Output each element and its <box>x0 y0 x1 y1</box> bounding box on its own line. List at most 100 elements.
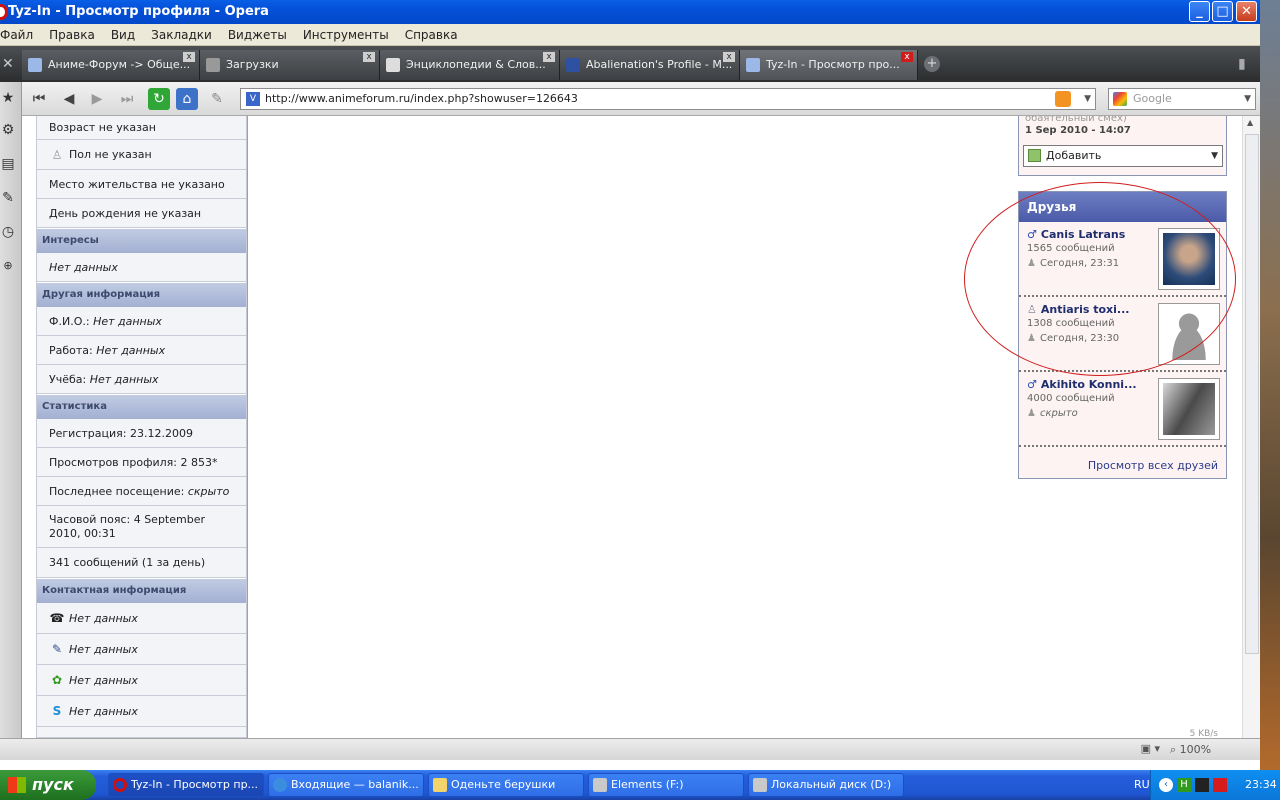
contact-info-header: Контактная информация <box>37 579 246 603</box>
friend-name[interactable]: Akihito Konni... <box>1041 378 1137 391</box>
posts-text: 341 сообщений (1 за день) <box>49 556 206 569</box>
start-button[interactable]: пуск <box>0 770 96 800</box>
menu-widgets[interactable]: Виджеты <box>220 24 295 46</box>
zoom-control[interactable]: ⌕ 100% <box>1170 742 1240 758</box>
tab-close-icon[interactable]: x <box>901 52 913 62</box>
friend-last-seen: скрыто <box>1039 408 1078 419</box>
study-value: Нет данных <box>89 372 159 386</box>
add-comment-select[interactable]: Добавить ▼ <box>1023 145 1223 167</box>
view-all-friends-link[interactable]: Просмотр всех друзей <box>1088 459 1218 472</box>
add-label: Добавить <box>1046 149 1102 162</box>
menu-edit[interactable]: Правка <box>41 24 103 46</box>
settings-gear-icon[interactable]: ⚙ <box>0 122 16 138</box>
reload-icon[interactable]: ↻ <box>148 88 170 110</box>
windows-icon[interactable]: ▤ <box>0 156 16 172</box>
scrollbar-thumb[interactable] <box>1245 134 1259 654</box>
rss-feed-icon[interactable] <box>1055 91 1071 107</box>
forum-icon <box>28 58 42 72</box>
tab-downloads[interactable]: Загрузки x <box>200 50 380 80</box>
zoom-value: 100% <box>1179 743 1212 756</box>
scroll-up-icon[interactable]: ▲ <box>1247 118 1253 127</box>
minimize-button[interactable]: _ <box>1189 1 1210 22</box>
contact-email-row: ✎ Нет данных <box>37 634 246 665</box>
windows-flag-icon <box>8 777 26 793</box>
menu-bookmarks[interactable]: Закладки <box>143 24 220 46</box>
navigation-bar: ⏮ ◀ ▶ ⏭ ↻ ⌂ ✎ V http://www.animeforum.ru… <box>22 82 1260 116</box>
tab-mal-profile[interactable]: Abalienation's Profile - M... x <box>560 50 740 80</box>
new-tab-icon[interactable]: + <box>924 56 940 72</box>
clock[interactable]: 23:34 <box>1245 770 1277 800</box>
dropdown-arrow-icon[interactable]: ▼ <box>1084 89 1091 109</box>
location-text: Место жительства не указано <box>49 177 225 191</box>
tab-tyz-in[interactable]: Tyz-In - Просмотр про... x <box>740 50 918 80</box>
forward-icon[interactable]: ▶ <box>86 88 108 110</box>
close-button[interactable]: ✕ <box>1236 1 1257 22</box>
tray-arrow-icon[interactable]: ‹ <box>1159 778 1173 792</box>
contact-skype-value: Нет данных <box>69 704 138 718</box>
rewind-icon[interactable]: ⏮ <box>28 88 50 110</box>
site-favicon-icon: V <box>246 92 260 106</box>
tab-close-icon[interactable]: x <box>723 52 735 62</box>
contact-row-partial <box>37 727 246 738</box>
taskbar-item-folder[interactable]: Оденьте берушки <box>428 773 584 797</box>
comments-box: обаятельный смех) 1 Sep 2010 - 14:07 Доб… <box>1018 116 1227 176</box>
interests-value: Нет данных <box>49 260 118 274</box>
speed-text: 5 KB/s <box>1189 729 1218 739</box>
fast-forward-icon[interactable]: ⏭ <box>116 88 138 110</box>
gender-text: Пол не указан <box>69 148 152 161</box>
registration-text: Регистрация: 23.12.2009 <box>49 426 193 440</box>
folder-icon <box>433 778 447 792</box>
back-icon[interactable]: ◀ <box>58 88 80 110</box>
fio-value: Нет данных <box>93 314 162 328</box>
add-panel-icon[interactable]: ⊕ <box>0 258 16 274</box>
menu-bar: Файл Правка Вид Закладки Виджеты Инструменты С… <box>0 24 1260 46</box>
location-row: Место жительства не указано <box>37 170 246 199</box>
tab-close-icon[interactable]: x <box>363 52 375 62</box>
add-icon <box>1028 149 1041 162</box>
tray-network-icon[interactable] <box>1195 778 1209 792</box>
taskbar: пуск Tyz-In - Просмотр пр... Входящие — … <box>0 770 1280 800</box>
menu-tools[interactable]: Инструменты <box>295 24 397 46</box>
menu-view[interactable]: Вид <box>103 24 143 46</box>
registration-row: Регистрация: 23.12.2009 <box>37 419 246 448</box>
friend-avatar[interactable] <box>1158 378 1220 440</box>
bookmarks-star-icon[interactable]: ★ <box>0 90 16 106</box>
tray-app-icon[interactable]: H <box>1177 778 1191 792</box>
last-visit-value: скрыто <box>187 484 230 498</box>
user-icon: ♟ <box>1027 408 1036 419</box>
taskbar-item-mail[interactable]: Входящие — balanik... <box>268 773 424 797</box>
study-row: Учёба: Нет данных <box>37 365 246 394</box>
wrench-icon[interactable]: ✕ <box>2 56 14 72</box>
birthday-row: День рождения не указан <box>37 199 246 228</box>
search-field[interactable]: Google ▼ <box>1108 88 1256 110</box>
taskbar-item-elements[interactable]: Elements (F:) <box>588 773 744 797</box>
contact-skype-row: S Нет данных <box>37 696 246 727</box>
tab-close-icon[interactable]: x <box>543 52 555 62</box>
menu-file[interactable]: Файл <box>0 24 41 46</box>
transfers-icon[interactable]: ✎ <box>0 190 16 206</box>
menu-help[interactable]: Справка <box>397 24 466 46</box>
taskbar-item-local-disk[interactable]: Локальный диск (D:) <box>748 773 904 797</box>
drive-icon <box>753 778 767 792</box>
trash-icon[interactable]: ▮ <box>1238 56 1246 72</box>
edit-pen-icon[interactable]: ✎ <box>206 88 228 110</box>
friend-item[interactable]: ♂ Akihito Konni... 4000 сообщений ♟ скрыто <box>1019 372 1226 447</box>
tab-anime-forum[interactable]: Аниме-Форум -> Обще... x <box>22 50 200 80</box>
taskbar-label: Tyz-In - Просмотр пр... <box>131 778 259 791</box>
tray-antivirus-icon[interactable] <box>1213 778 1227 792</box>
address-bar[interactable]: V http://www.animeforum.ru/index.php?sho… <box>240 88 1096 110</box>
desktop-background <box>1260 0 1280 770</box>
tab-encyclopedias[interactable]: Энциклопедии & Слов... x <box>380 50 560 80</box>
views-row: Просмотров профиля: 2 853* <box>37 448 246 477</box>
taskbar-item-opera[interactable]: Tyz-In - Просмотр пр... <box>108 773 264 797</box>
zoom-icon: ⌕ <box>1170 743 1177 756</box>
search-dropdown-icon[interactable]: ▼ <box>1244 89 1251 109</box>
tab-close-icon[interactable]: x <box>183 52 195 62</box>
language-indicator[interactable]: RU <box>1134 770 1150 800</box>
status-icons[interactable]: ▣ ▾ <box>1141 742 1160 755</box>
maximize-button[interactable]: □ <box>1212 1 1233 22</box>
history-clock-icon[interactable]: ◷ <box>0 224 16 240</box>
home-icon[interactable]: ⌂ <box>176 88 198 110</box>
tab-label: Abalienation's Profile - M... <box>586 58 733 71</box>
vertical-scrollbar[interactable]: ▲ <box>1242 116 1260 738</box>
